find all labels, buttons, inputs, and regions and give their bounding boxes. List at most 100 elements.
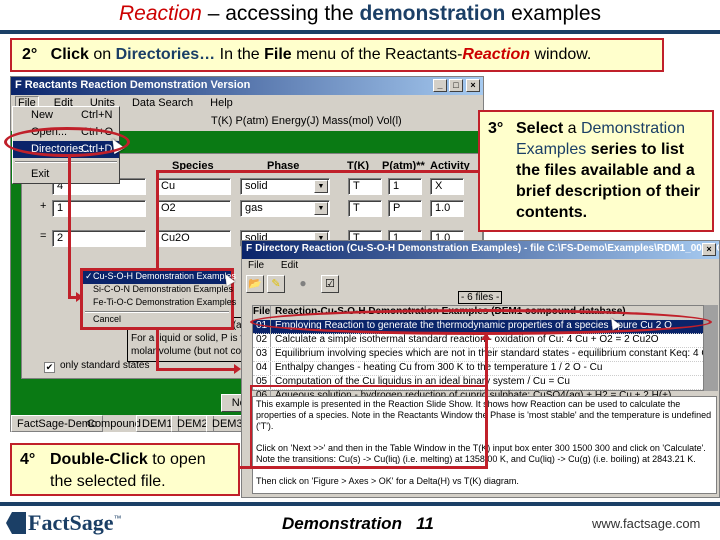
units-line: T(K) P(atm) Energy(J) Mass(mol) Vol(l) xyxy=(211,115,402,127)
species-input[interactable]: O2 xyxy=(156,200,231,217)
arrow-icon xyxy=(481,333,491,340)
t-input[interactable]: T xyxy=(348,200,382,217)
header-rule xyxy=(0,30,720,34)
menu-separator xyxy=(15,161,117,163)
menu-item-new[interactable]: New Ctrl+N xyxy=(13,107,119,124)
close-button[interactable]: × xyxy=(702,243,716,256)
menu-item-fe-ti-o-c[interactable]: Fe-Ti-O-C Demonstration Examples xyxy=(83,297,236,310)
step2-click: Click xyxy=(50,46,89,63)
step2-directories: Directories… xyxy=(115,46,216,63)
logo-text: FactSage xyxy=(28,510,114,535)
app-icon: F xyxy=(15,79,22,91)
activity-input[interactable]: X xyxy=(430,178,464,195)
row-op: + xyxy=(40,200,47,212)
step-text: menu of the Reactants- xyxy=(291,46,463,63)
phase-select[interactable]: gas ▼ xyxy=(240,200,330,217)
connector-line xyxy=(156,368,236,371)
file-num: 04 xyxy=(253,362,271,375)
menu-edit[interactable]: Edit xyxy=(279,260,300,271)
menu-item-exit[interactable]: Exit xyxy=(13,166,119,183)
delete-icon[interactable]: ● xyxy=(294,275,312,293)
step4-double-click: Double-Click xyxy=(50,451,148,468)
menu-file[interactable]: File xyxy=(246,260,266,271)
phase-select[interactable]: solid ▼ xyxy=(240,178,330,195)
file-row[interactable]: 03 Equilibrium involving species which ar… xyxy=(253,348,703,362)
maximize-button[interactable]: □ xyxy=(449,79,463,92)
note-line: molar volume (but not compressi... xyxy=(131,346,256,357)
directory-toolbar: 📂 ✎ ● ☑ xyxy=(246,275,339,295)
logo-mark-icon xyxy=(6,512,26,534)
note-line: For a liquid or solid, P is the h... xyxy=(131,333,257,344)
footer-url[interactable]: www.factsage.com xyxy=(592,516,700,531)
step-number: 3° xyxy=(488,120,504,137)
directory-title: Directory Reaction (Cu-S-O-H Demonstrati… xyxy=(255,243,719,254)
footer-section: Demonstration 11 xyxy=(282,514,434,534)
directory-menubar: File Edit xyxy=(242,259,719,273)
menu-item-label: Fe-Ti-O-C Demonstration Examples xyxy=(93,297,237,307)
minimize-button[interactable]: _ xyxy=(433,79,447,92)
row-op: = xyxy=(40,230,47,242)
menu-item-shortcut: Ctrl+N xyxy=(81,109,113,121)
dropdown-arrow-icon[interactable]: ▼ xyxy=(314,180,328,193)
connector-line xyxy=(156,170,478,173)
step-text: on xyxy=(88,46,116,63)
highlight-ellipse-file xyxy=(250,309,712,335)
title-mid: – accessing the xyxy=(201,2,360,25)
app-icon: F xyxy=(246,243,253,254)
properties-icon[interactable]: ☑ xyxy=(321,275,339,293)
menu-separator xyxy=(85,311,229,313)
list-scrollbar[interactable] xyxy=(704,305,718,391)
t-input[interactable]: T xyxy=(348,178,382,195)
file-count: - 6 files - xyxy=(458,291,503,304)
phase-value: solid xyxy=(245,180,268,192)
menu-data-search[interactable]: Data Search xyxy=(130,97,195,109)
file-num: 02 xyxy=(253,334,271,347)
factsage-logo: FactSage ™ xyxy=(6,508,122,538)
step2-callout: 2° Click on Directories… In the File men… xyxy=(10,38,664,72)
std-states-label: only standard states xyxy=(60,360,150,371)
connector-line xyxy=(156,170,159,268)
slide-title: Reaction – accessing the demonstration e… xyxy=(0,2,720,26)
p-input[interactable]: 1 xyxy=(388,178,422,195)
species-input[interactable]: Cu2O xyxy=(156,230,231,247)
title-suffix: examples xyxy=(505,2,602,25)
page-number: 11 xyxy=(416,514,434,533)
logo-tm: ™ xyxy=(113,514,122,523)
menu-item-label: Exit xyxy=(31,168,50,180)
description-para: Then click on 'Figure > Axes > OK' for a… xyxy=(256,476,519,486)
dropdown-arrow-icon[interactable]: ▼ xyxy=(314,202,328,215)
step4-callout: 4° Double-Click to open the selected fil… xyxy=(10,443,240,496)
file-num: 03 xyxy=(253,348,271,361)
phase-value: gas xyxy=(245,202,263,214)
open-folder-icon[interactable]: 📂 xyxy=(246,275,264,293)
menu-item-cu-s-o-h[interactable]: ✓ Cu-S-O-H Demonstration Examples xyxy=(83,271,236,284)
step3-select: Select xyxy=(516,120,564,137)
title-highlight: demonstration xyxy=(359,2,506,25)
activity-input[interactable]: 1.0 xyxy=(430,200,464,217)
description-highlight-box xyxy=(250,385,487,469)
quantity-input[interactable]: 1 xyxy=(52,200,146,217)
step-number: 2° xyxy=(22,46,38,63)
step-number: 4° xyxy=(20,451,36,468)
connector-line xyxy=(156,330,159,370)
step2-reaction: Reaction xyxy=(462,46,530,63)
menu-item-si-c-o-n[interactable]: Si-C-O-N Demonstration Examples xyxy=(83,284,234,297)
footer-rule xyxy=(0,502,720,506)
close-button[interactable]: × xyxy=(466,79,480,92)
species-input[interactable]: Cu xyxy=(156,178,231,195)
std-states-checkbox[interactable]: ✔ xyxy=(44,362,55,373)
new-file-icon[interactable]: ✎ xyxy=(267,275,285,293)
file-row[interactable]: 04 Enthalpy changes - heating Cu from 300… xyxy=(253,362,703,376)
menu-item-cancel[interactable]: Cancel xyxy=(83,314,231,327)
footer-demonstration: Demonstration xyxy=(282,514,402,533)
p-input[interactable]: P xyxy=(388,200,422,217)
highlight-ellipse-directories xyxy=(4,127,130,157)
step-text: In the xyxy=(215,46,265,63)
quantity-input[interactable]: 2 xyxy=(52,230,146,247)
file-row[interactable]: 02 Calculate a simple isothermal standard… xyxy=(253,334,703,348)
menu-help[interactable]: Help xyxy=(208,97,235,109)
title-reaction: Reaction xyxy=(118,2,202,25)
arrow-icon xyxy=(234,364,241,374)
menu-item-label: Si-C-O-N Demonstration Examples xyxy=(93,284,234,294)
reactants-title: Reactants Reaction Demonstration Version xyxy=(24,79,251,91)
